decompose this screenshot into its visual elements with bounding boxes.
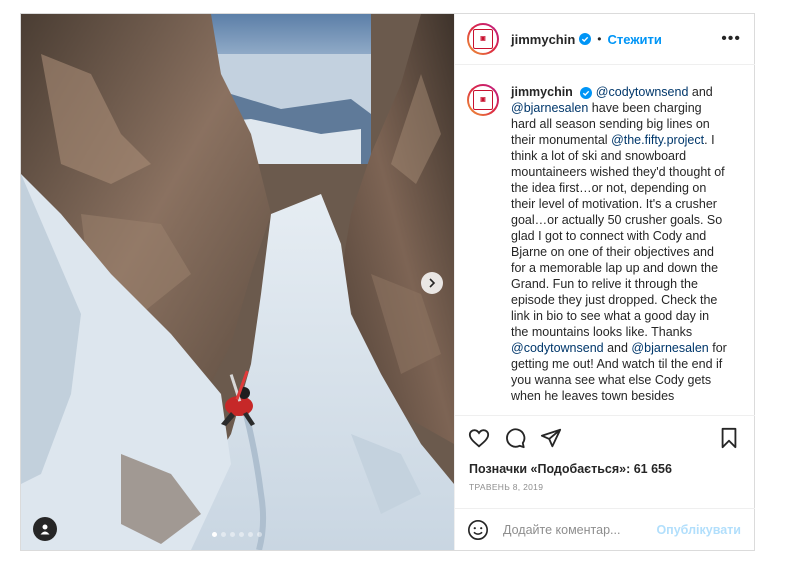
header-separator: • xyxy=(597,32,602,46)
carousel-dot xyxy=(212,532,217,537)
follow-button[interactable]: Стежити xyxy=(608,32,662,47)
caption-section: ▣ jimmychin @codytownsend and @bjarnesal… xyxy=(455,66,755,414)
carousel-dot xyxy=(257,532,262,537)
emoji-icon xyxy=(468,519,488,540)
verified-badge-icon xyxy=(580,86,593,99)
skier-couloir-photo xyxy=(21,14,454,550)
carousel-dot xyxy=(230,532,235,537)
mention-link[interactable]: @codytownsend xyxy=(596,85,689,99)
emoji-button[interactable] xyxy=(467,519,489,541)
carousel-dot xyxy=(248,532,253,537)
post-photo[interactable] xyxy=(21,14,454,550)
action-icons xyxy=(455,416,755,460)
bookmark-icon xyxy=(721,427,737,449)
chevron-right-icon xyxy=(429,278,436,288)
comment-bar: Опублікувати xyxy=(455,508,755,550)
comment-button[interactable] xyxy=(501,424,529,452)
avatar-seal-logo: ▣ xyxy=(473,90,493,110)
post-date[interactable]: ТРАВЕНЬ 8, 2019 xyxy=(455,482,755,492)
user-tag-icon xyxy=(40,524,50,535)
comment-icon xyxy=(506,428,526,449)
caption-body: @codytownsend and @bjarnesalen have been… xyxy=(511,85,727,403)
post-actions: Позначки «Подобається»: 61 656 ТРАВЕНЬ 8… xyxy=(455,415,755,492)
likes-count[interactable]: Позначки «Подобається»: 61 656 xyxy=(455,462,755,476)
verified-badge-icon xyxy=(579,33,592,45)
carousel-dot xyxy=(221,532,226,537)
mention-link[interactable]: @codytownsend xyxy=(511,341,604,355)
carousel-dot xyxy=(239,532,244,537)
mention-link[interactable]: @bjarnesalen xyxy=(511,101,588,115)
share-button[interactable] xyxy=(537,424,565,452)
publish-button[interactable]: Опублікувати xyxy=(656,523,741,537)
caption-segment: . I think a lot of ski and snowboard mou… xyxy=(511,133,725,339)
more-options-button[interactable]: ••• xyxy=(721,31,741,47)
caption-text: jimmychin @codytownsend and @bjarnesalen… xyxy=(511,84,729,404)
mention-link[interactable]: @the.fifty.project xyxy=(611,133,704,147)
caption-author[interactable]: jimmychin xyxy=(511,85,573,99)
caption-avatar[interactable]: ▣ xyxy=(467,84,499,116)
post-header: ▣ jimmychin • Стежити ••• xyxy=(455,14,755,65)
carousel-next-button[interactable] xyxy=(421,272,443,294)
comment-input[interactable] xyxy=(501,521,645,538)
save-button[interactable] xyxy=(715,424,743,452)
caption-segment: and xyxy=(688,85,713,99)
carousel-indicator xyxy=(212,532,262,537)
tagged-users-button[interactable] xyxy=(33,517,57,541)
caption-segment: and xyxy=(603,341,632,355)
post-sidebar: ▣ jimmychin • Стежити ••• ▣ jimmychin @c… xyxy=(454,14,755,550)
like-button[interactable] xyxy=(465,424,493,452)
post-card: ▣ jimmychin • Стежити ••• ▣ jimmychin @c… xyxy=(20,13,755,551)
share-icon xyxy=(540,428,562,448)
heart-icon xyxy=(468,429,490,448)
avatar-seal-logo: ▣ xyxy=(473,29,493,49)
avatar[interactable]: ▣ xyxy=(467,23,499,55)
mention-link[interactable]: @bjarnesalen xyxy=(631,341,708,355)
author-username[interactable]: jimmychin xyxy=(511,32,575,47)
